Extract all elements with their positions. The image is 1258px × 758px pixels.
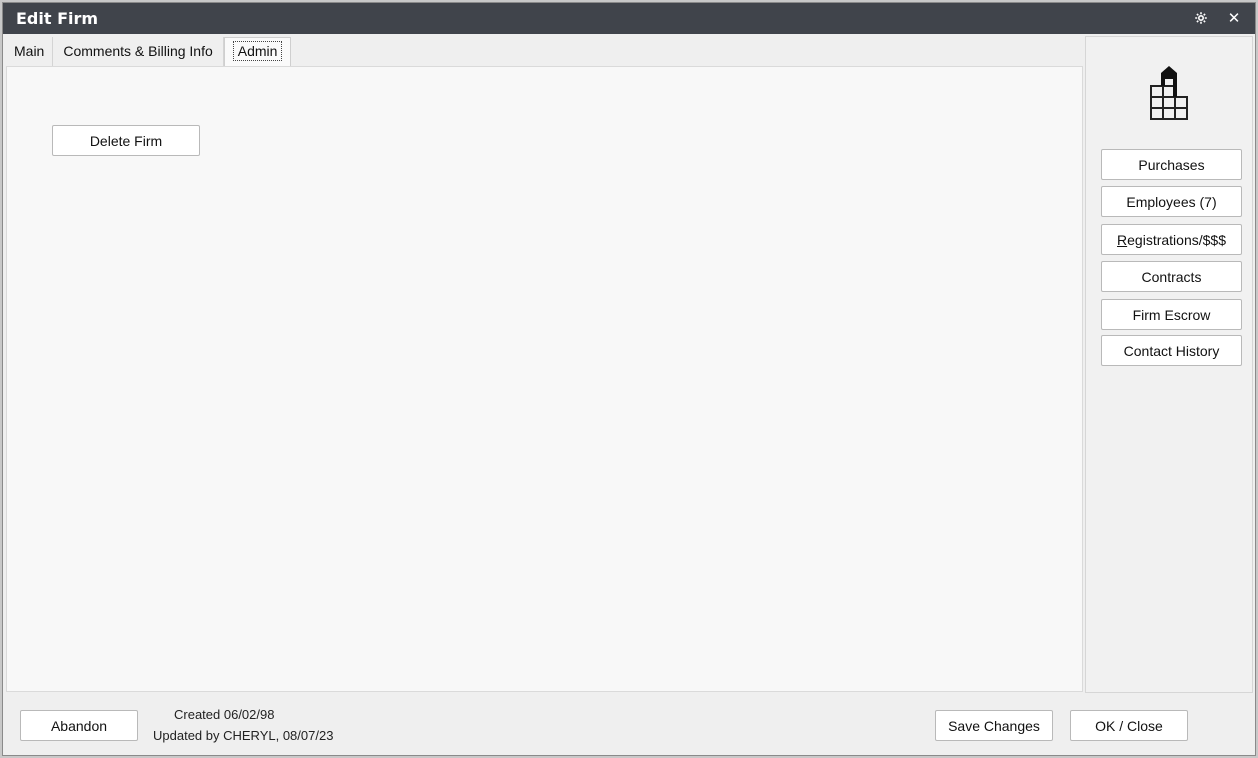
abandon-button[interactable]: Abandon — [20, 710, 138, 741]
registrations-label-rest: egistrations/$$$ — [1127, 231, 1226, 248]
window-title: Edit Firm — [16, 9, 99, 28]
employees-button[interactable]: Employees (7) — [1101, 186, 1242, 217]
updated-info: Updated by CHERYL, 08/07/23 — [153, 728, 334, 743]
ok-close-button[interactable]: OK / Close — [1070, 710, 1188, 741]
tab-comments-billing[interactable]: Comments & Billing Info — [53, 37, 224, 66]
registrations-accesskey: R — [1117, 231, 1128, 248]
gear-icon-graphic — [1195, 12, 1207, 24]
contact-history-button[interactable]: Contact History — [1101, 335, 1242, 366]
firm-escrow-button[interactable]: Firm Escrow — [1101, 299, 1242, 330]
contracts-button[interactable]: Contracts — [1101, 261, 1242, 292]
purchases-button[interactable]: Purchases — [1101, 149, 1242, 180]
tab-strip: Main Comments & Billing Info Admin — [6, 37, 292, 66]
building-icon — [1150, 66, 1188, 120]
registrations-button[interactable]: Registrations/$$$ — [1101, 224, 1242, 255]
save-changes-button[interactable]: Save Changes — [935, 710, 1053, 741]
side-panel: Purchases Employees (7) Registrations/$$… — [1085, 36, 1253, 693]
created-info: Created 06/02/98 — [174, 707, 275, 722]
tab-admin-label: Admin — [232, 41, 283, 61]
title-bar: Edit Firm ✕ — [3, 3, 1255, 34]
edit-firm-window: Edit Firm ✕ Main Comments & Billing Info… — [2, 2, 1256, 756]
close-icon[interactable]: ✕ — [1223, 7, 1245, 29]
tab-admin[interactable]: Admin — [223, 37, 292, 66]
tab-main[interactable]: Main — [6, 37, 54, 66]
admin-tab-panel: Delete Firm — [6, 66, 1083, 692]
registrations-label: Registrations/$$$ — [1117, 232, 1226, 248]
delete-firm-button[interactable]: Delete Firm — [52, 125, 200, 156]
gear-icon[interactable] — [1190, 7, 1212, 29]
